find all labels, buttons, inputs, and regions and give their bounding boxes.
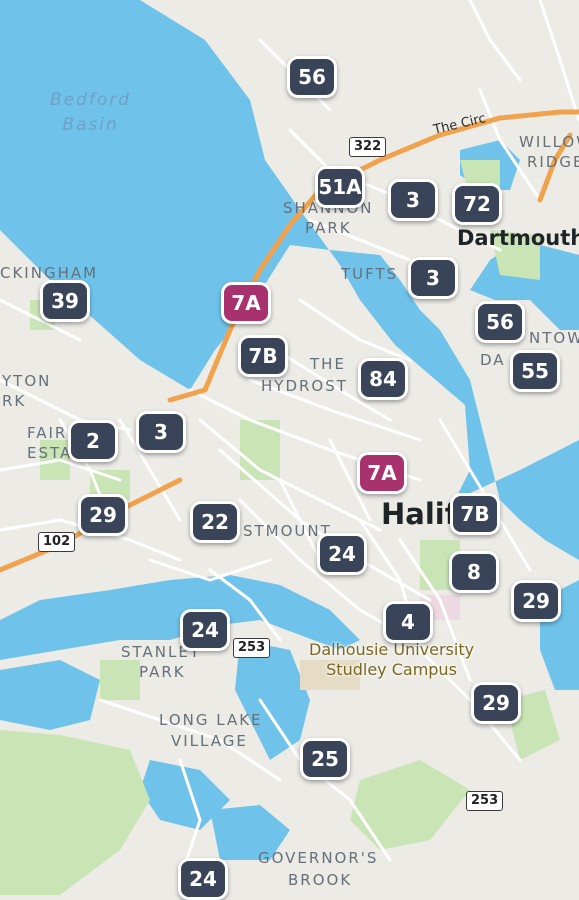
route-badge-24-stanley[interactable]: 24 [180,609,230,651]
place-label-ntown-line1: NTOW [529,329,579,347]
highway-shield-102: 102 [38,532,76,552]
route-badge-51a[interactable]: 51A [315,166,365,208]
park-stanley [100,660,140,700]
place-label-fair: FAIR [27,424,68,442]
route-badge-29-west[interactable]: 29 [78,494,128,536]
route-badge-55[interactable]: 55 [510,350,560,392]
place-label-governors-line2: BROOK [288,871,353,889]
route-badge-7a-north[interactable]: 7A [221,282,271,324]
route-badge-3-tufts[interactable]: 3 [408,257,458,299]
route-badge-29-east[interactable]: 29 [511,580,561,622]
place-label-willow-line1: WILLOW [519,133,579,151]
place-label-willow-line2: RIDGE [527,153,579,171]
place-label-tufts: TUFTS [341,265,399,283]
route-badge-7a-south[interactable]: 7A [357,452,407,494]
route-badge-22[interactable]: 22 [190,501,240,543]
route-badge-3-west[interactable]: 3 [136,411,186,453]
route-badge-84[interactable]: 84 [358,358,408,400]
place-label-esta: ESTA [27,444,73,462]
place-label-stanley-line2: PARK [139,663,186,681]
route-badge-56-north[interactable]: 56 [287,56,337,98]
city-label-halifax: Halif [381,497,458,531]
place-label-rk: RK [2,392,27,410]
route-badge-3-dartmouth[interactable]: 3 [388,179,438,221]
route-badge-7b-south[interactable]: 7B [450,493,500,535]
highway-shield-322: 322 [349,137,387,157]
place-label-governors-line1: GOVERNOR'S [258,849,379,867]
highway-shield-253-north: 253 [233,638,271,658]
place-label-the-hydrostone-line2: HYDROST [261,377,348,395]
place-label-long-lake-line1: LONG LAKE [159,711,263,729]
place-label-the-hydrostone-line1: THE [310,355,346,373]
poi-label-dalhousie: Dalhousie University Studley Campus [309,640,474,680]
place-label-park-shannon: PARK [305,219,352,237]
route-badge-2[interactable]: 2 [68,420,118,462]
route-badge-24-south[interactable]: 24 [178,858,228,900]
poi-label-dalhousie-line1: Dalhousie University [309,640,475,659]
route-badge-24-central[interactable]: 24 [317,533,367,575]
poi-label-dalhousie-line2: Studley Campus [326,660,457,679]
highway-shield-253-south: 253 [466,791,504,811]
route-badge-39[interactable]: 39 [40,280,90,322]
bedford-basin-label-line1: Bedford [50,90,132,110]
route-badge-72[interactable]: 72 [452,183,502,225]
place-label-ntown-line2: DA [480,351,506,369]
place-label-yton: YTON [2,372,52,390]
route-badge-8[interactable]: 8 [449,551,499,593]
bedford-basin-label-line2: Basin [62,115,119,135]
route-badge-29-south[interactable]: 29 [471,682,521,724]
bedford-basin-label: Bedford Basin [50,88,131,138]
route-badge-25[interactable]: 25 [300,738,350,780]
place-label-long-lake-line2: VILLAGE [171,732,248,750]
route-badge-4[interactable]: 4 [383,601,433,643]
route-badge-56-south[interactable]: 56 [475,301,525,343]
city-label-dartmouth: Dartmouth [457,226,579,250]
route-badge-7b-north[interactable]: 7B [238,335,288,377]
